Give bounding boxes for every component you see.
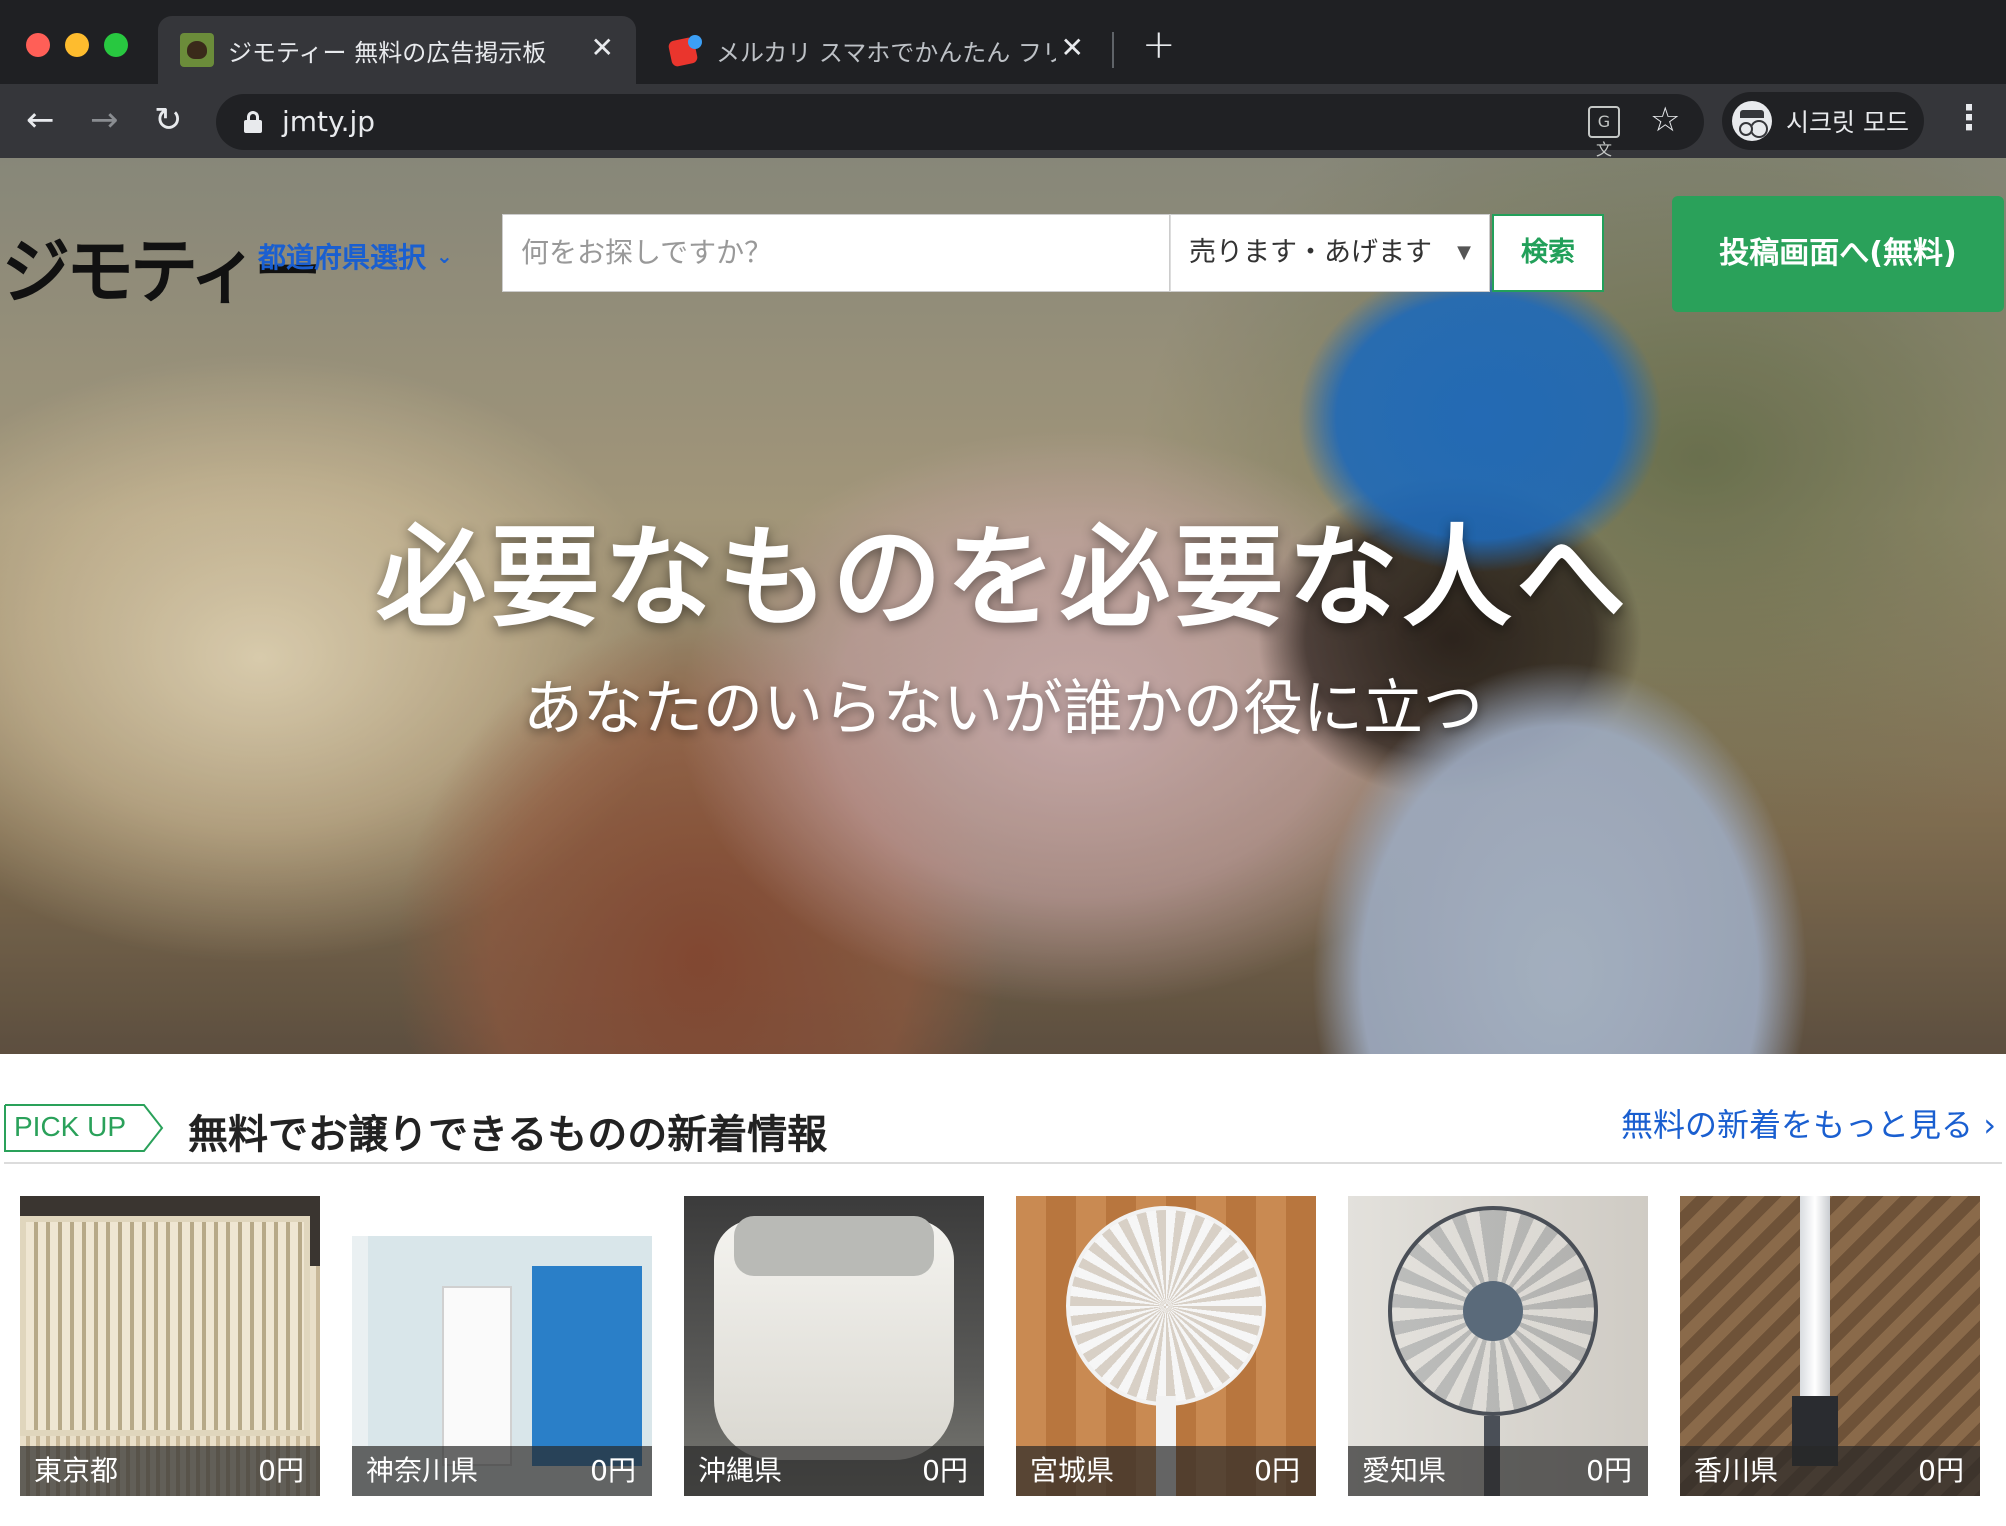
mercari-favicon-icon: [667, 33, 702, 68]
browser-tab-bar: ジモティー 無料の広告掲示板 ✕ メルカリ スマホでかんたん フリマア ✕ +: [0, 0, 2006, 84]
item-price: 0円: [1586, 1454, 1632, 1487]
tab-title: ジモティー 無料の広告掲示板: [228, 38, 547, 67]
tab-title: メルカリ スマホでかんたん フリマア: [716, 38, 1056, 67]
close-window-button[interactable]: [26, 33, 50, 57]
item-price: 0円: [1918, 1454, 1964, 1487]
post-ad-button[interactable]: 投稿画面へ(無料): [1672, 196, 2004, 312]
search-input[interactable]: 何をお探しですか？: [502, 214, 1170, 292]
category-select-value: 売ります・あげます: [1189, 237, 1432, 268]
more-link-label: 無料の新着をもっと見る: [1621, 1106, 1974, 1144]
section-title: 無料でお譲りできるものの新着情報: [188, 1112, 828, 1158]
item-caption: 宮城県 0円: [1016, 1446, 1316, 1496]
close-icon[interactable]: ✕: [591, 31, 614, 64]
item-caption: 沖縄県 0円: [684, 1446, 984, 1496]
bookmark-star-icon[interactable]: ☆: [1650, 100, 1680, 140]
item-price: 0円: [922, 1454, 968, 1487]
item-card[interactable]: 愛知県 0円: [1348, 1196, 1648, 1496]
section-divider: [4, 1162, 2002, 1164]
minimize-window-button[interactable]: [65, 33, 89, 57]
tab-mercari[interactable]: メルカリ スマホでかんたん フリマア ✕: [646, 16, 1106, 84]
item-prefecture: 愛知県: [1362, 1454, 1447, 1487]
prefecture-select-label: 都道府県選択: [258, 241, 427, 274]
back-button[interactable]: ←: [26, 100, 55, 140]
pickup-badge-label: PICK UP: [14, 1111, 127, 1142]
item-card[interactable]: 東京都 0円: [20, 1196, 320, 1496]
hero-banner: ジモティー 都道府県選択 ⌄ 何をお探しですか？ 売ります・あげます ▼ 検索 …: [0, 158, 2006, 1054]
close-icon[interactable]: ✕: [1061, 31, 1084, 64]
item-card[interactable]: 沖縄県 0円: [684, 1196, 984, 1496]
incognito-label: 시크릿 모드: [1786, 108, 1909, 137]
lock-icon[interactable]: [244, 111, 262, 133]
item-caption: 愛知県 0円: [1348, 1446, 1648, 1496]
url-text[interactable]: jmty.jp: [282, 105, 375, 138]
item-grid: 東京都 0円 神奈川県 0円 沖縄県 0円 宮城県 0円 愛知県 0円 香川県 …: [20, 1196, 1986, 1496]
item-price: 0円: [590, 1454, 636, 1487]
prefecture-select[interactable]: 都道府県選択 ⌄: [258, 236, 453, 276]
tab-jmty[interactable]: ジモティー 無料の広告掲示板 ✕: [158, 16, 636, 84]
forward-button[interactable]: →: [90, 100, 119, 140]
search-button[interactable]: 検索: [1492, 214, 1604, 292]
more-free-items-link[interactable]: 無料の新着をもっと見る ›: [1621, 1100, 1996, 1146]
chevron-right-icon: ›: [1973, 1106, 1996, 1144]
item-prefecture: 東京都: [34, 1454, 119, 1487]
browser-toolbar: ← → ↻ jmty.jp G文 ☆ 시크릿 모드 ⋮: [0, 84, 2006, 159]
tab-separator: [1112, 32, 1114, 68]
maximize-window-button[interactable]: [104, 33, 128, 57]
pickup-badge: PICK UP: [4, 1104, 164, 1152]
item-caption: 神奈川県 0円: [352, 1446, 652, 1496]
item-card[interactable]: 香川県 0円: [1680, 1196, 1980, 1496]
item-prefecture: 宮城県: [1030, 1454, 1115, 1487]
item-price: 0円: [1254, 1454, 1300, 1487]
incognito-profile-button[interactable]: 시크릿 모드: [1722, 92, 1924, 150]
item-caption: 東京都 0円: [20, 1446, 320, 1496]
item-card[interactable]: 宮城県 0円: [1016, 1196, 1316, 1496]
address-bar[interactable]: jmty.jp G文 ☆: [216, 94, 1704, 159]
incognito-icon: [1732, 101, 1772, 141]
new-tab-button[interactable]: +: [1142, 22, 1176, 68]
reload-button[interactable]: ↻: [154, 100, 183, 140]
chevron-down-icon: ⌄: [436, 244, 453, 268]
item-prefecture: 神奈川県: [366, 1454, 479, 1487]
item-card[interactable]: 神奈川県 0円: [352, 1196, 652, 1496]
dropdown-triangle-icon: ▼: [1457, 242, 1471, 263]
item-prefecture: 沖縄県: [698, 1454, 783, 1487]
hero-subtitle: あなたのいらないが誰かの役に立つ: [523, 674, 1483, 744]
jmty-favicon-icon: [180, 33, 214, 67]
hero-title: 必要なものを必要な人へ: [376, 514, 1630, 642]
category-select[interactable]: 売ります・あげます ▼: [1170, 214, 1490, 292]
item-price: 0円: [258, 1454, 304, 1487]
translate-icon[interactable]: G文: [1588, 106, 1620, 159]
browser-menu-icon[interactable]: ⋮: [1952, 98, 1986, 138]
item-prefecture: 香川県: [1694, 1454, 1779, 1487]
item-caption: 香川県 0円: [1680, 1446, 1980, 1496]
